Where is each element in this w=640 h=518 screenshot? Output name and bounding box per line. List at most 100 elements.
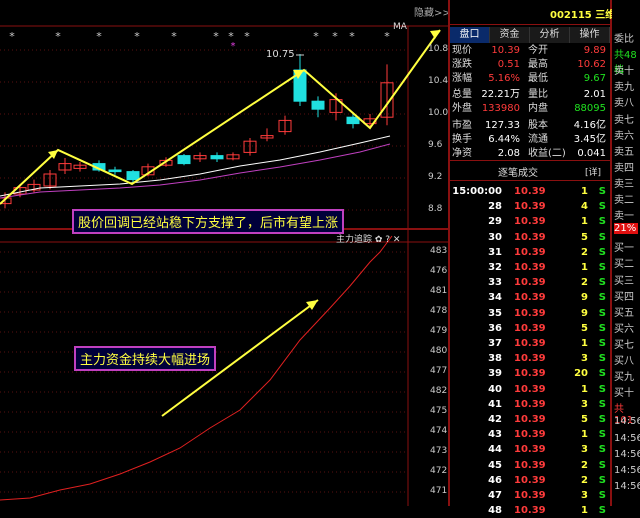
tick-side: S xyxy=(598,262,606,273)
ticks-title: 逐笔成交 xyxy=(498,168,538,179)
tab-analysis[interactable]: 分析 xyxy=(530,27,570,43)
tick-row: 32 10.39 1 S xyxy=(452,260,608,275)
tick-price: 10.39 xyxy=(514,186,546,197)
tick-time: 39 xyxy=(488,368,502,380)
tick-volume: 5 xyxy=(581,414,588,425)
tick-side: S xyxy=(598,383,606,395)
tick-time: 46 xyxy=(488,474,502,486)
quote-label: 最低 xyxy=(528,73,548,84)
event-star: * xyxy=(171,30,177,43)
hide-button[interactable]: 隐藏>> xyxy=(414,4,451,19)
orderbook-item: 14:56 xyxy=(614,448,640,460)
tick-row: 45 10.39 2 S xyxy=(452,458,608,473)
quote-value: 5.16% xyxy=(488,73,520,84)
tick-price: 10.39 xyxy=(514,307,546,319)
tab-funds[interactable]: 资金 xyxy=(490,27,530,43)
ticks-detail-button[interactable]: [详] xyxy=(585,165,601,178)
tick-time: 38 xyxy=(488,353,502,365)
tab-trade[interactable]: 操作 xyxy=(570,27,610,43)
tick-time: 31 xyxy=(488,246,502,258)
tick-volume: 9 xyxy=(581,292,588,304)
quote-label: 现价 xyxy=(452,45,472,56)
orderbook-item: 卖九 xyxy=(614,82,634,94)
tick-row: 38 10.39 3 S xyxy=(452,351,608,366)
quote-label: 涨幅 xyxy=(452,73,472,84)
tick-volume: 20 xyxy=(574,368,588,380)
quote-label: 总量 xyxy=(452,89,472,100)
tick-volume: 1 xyxy=(581,429,588,441)
tick-price: 10.39 xyxy=(514,505,546,517)
tick-price: 10.39 xyxy=(514,414,546,425)
tick-time: 44 xyxy=(488,444,502,456)
tick-price: 10.39 xyxy=(514,444,546,456)
quote-label: 股本 xyxy=(528,120,548,131)
tick-volume: 1 xyxy=(581,262,588,273)
tick-time: 29 xyxy=(488,216,502,228)
tick-time: 30 xyxy=(488,231,502,243)
event-star: * xyxy=(9,30,15,43)
peak-price-label: 10.75 xyxy=(266,49,295,60)
tick-price: 10.39 xyxy=(514,262,546,273)
flow-tick: 471 xyxy=(430,486,448,496)
event-star: * xyxy=(96,30,102,43)
tick-row: 47 10.39 3 S xyxy=(452,488,608,503)
tick-volume: 1 xyxy=(581,338,588,349)
flow-tick: 478 xyxy=(430,306,448,316)
indicator-title[interactable]: 主力追踪 ✿ ? ✕ xyxy=(336,232,400,245)
tick-side: S xyxy=(598,490,606,501)
tick-volume: 1 xyxy=(581,216,588,228)
divider xyxy=(450,24,610,25)
tick-volume: 3 xyxy=(581,398,588,410)
event-star: * xyxy=(384,30,390,43)
event-star: * xyxy=(313,30,319,43)
tick-side: S xyxy=(598,444,606,456)
quote-label: 市盈 xyxy=(452,120,472,131)
quote-value: 3.45亿 xyxy=(573,134,606,145)
flow-tick: 475 xyxy=(430,406,448,416)
orderbook-item: 14:56 xyxy=(614,464,640,476)
tick-price: 10.39 xyxy=(514,429,546,441)
quote-row: 涨幅 5.16% 最低 9.67 xyxy=(452,72,608,86)
kline-chart[interactable]: * * * * * * * * * * * * * xyxy=(0,0,448,506)
ma-line-purple xyxy=(0,143,391,199)
quote-row: 市盈 127.33 股本 4.16亿 xyxy=(452,119,608,133)
tick-time: 40 xyxy=(488,383,502,395)
flow-tick: 479 xyxy=(430,326,448,336)
orderbook-item: 买十 xyxy=(614,388,634,400)
tick-side: S xyxy=(598,505,606,517)
quote-value: 133980 xyxy=(481,103,520,114)
tick-volume: 1 xyxy=(581,186,588,197)
tick-side: S xyxy=(598,246,606,258)
orderbook-item: 卖二 xyxy=(614,195,634,206)
flow-tick: 472 xyxy=(430,466,448,476)
tick-price: 10.39 xyxy=(514,368,546,380)
tick-time: 28 xyxy=(488,201,502,213)
quote-value: 9.67 xyxy=(583,73,606,84)
price-tick: 9.6 xyxy=(428,140,443,150)
tick-row: 30 10.39 5 S xyxy=(452,230,608,245)
tick-row: 33 10.39 2 S xyxy=(452,275,608,290)
tick-time: 36 xyxy=(488,322,502,334)
quote-value: 6.44% xyxy=(488,134,520,145)
orderbook-item: 委比 xyxy=(614,34,634,45)
tab-orderbook[interactable]: 盘口 xyxy=(450,27,490,43)
event-star: * xyxy=(349,30,355,43)
price-annotation: 股价回调已经站稳下方支撑了，后市有望上涨 xyxy=(72,209,345,234)
tick-row: 40 10.39 1 S xyxy=(452,382,608,397)
tick-price: 10.39 xyxy=(514,383,546,395)
tick-volume: 9 xyxy=(581,307,588,319)
tick-price: 10.39 xyxy=(514,490,546,501)
event-star: * xyxy=(134,30,140,43)
quote-value: 2.01 xyxy=(583,89,606,100)
tick-time: 34 xyxy=(488,292,502,304)
tick-row: 41 10.39 3 S xyxy=(452,397,608,412)
orderbook-item: 买四 xyxy=(614,291,634,303)
flow-tick: 476 xyxy=(430,266,448,276)
tick-time: 42 xyxy=(488,414,502,425)
orderbook-item: 买三 xyxy=(614,275,634,287)
orderbook-item: 卖七 xyxy=(614,114,634,126)
tick-time: 43 xyxy=(488,429,502,441)
candle-body xyxy=(311,100,325,110)
quote-label: 流通 xyxy=(528,134,548,145)
kline-svg: * * * * * * * * * * * ** xyxy=(0,25,448,506)
